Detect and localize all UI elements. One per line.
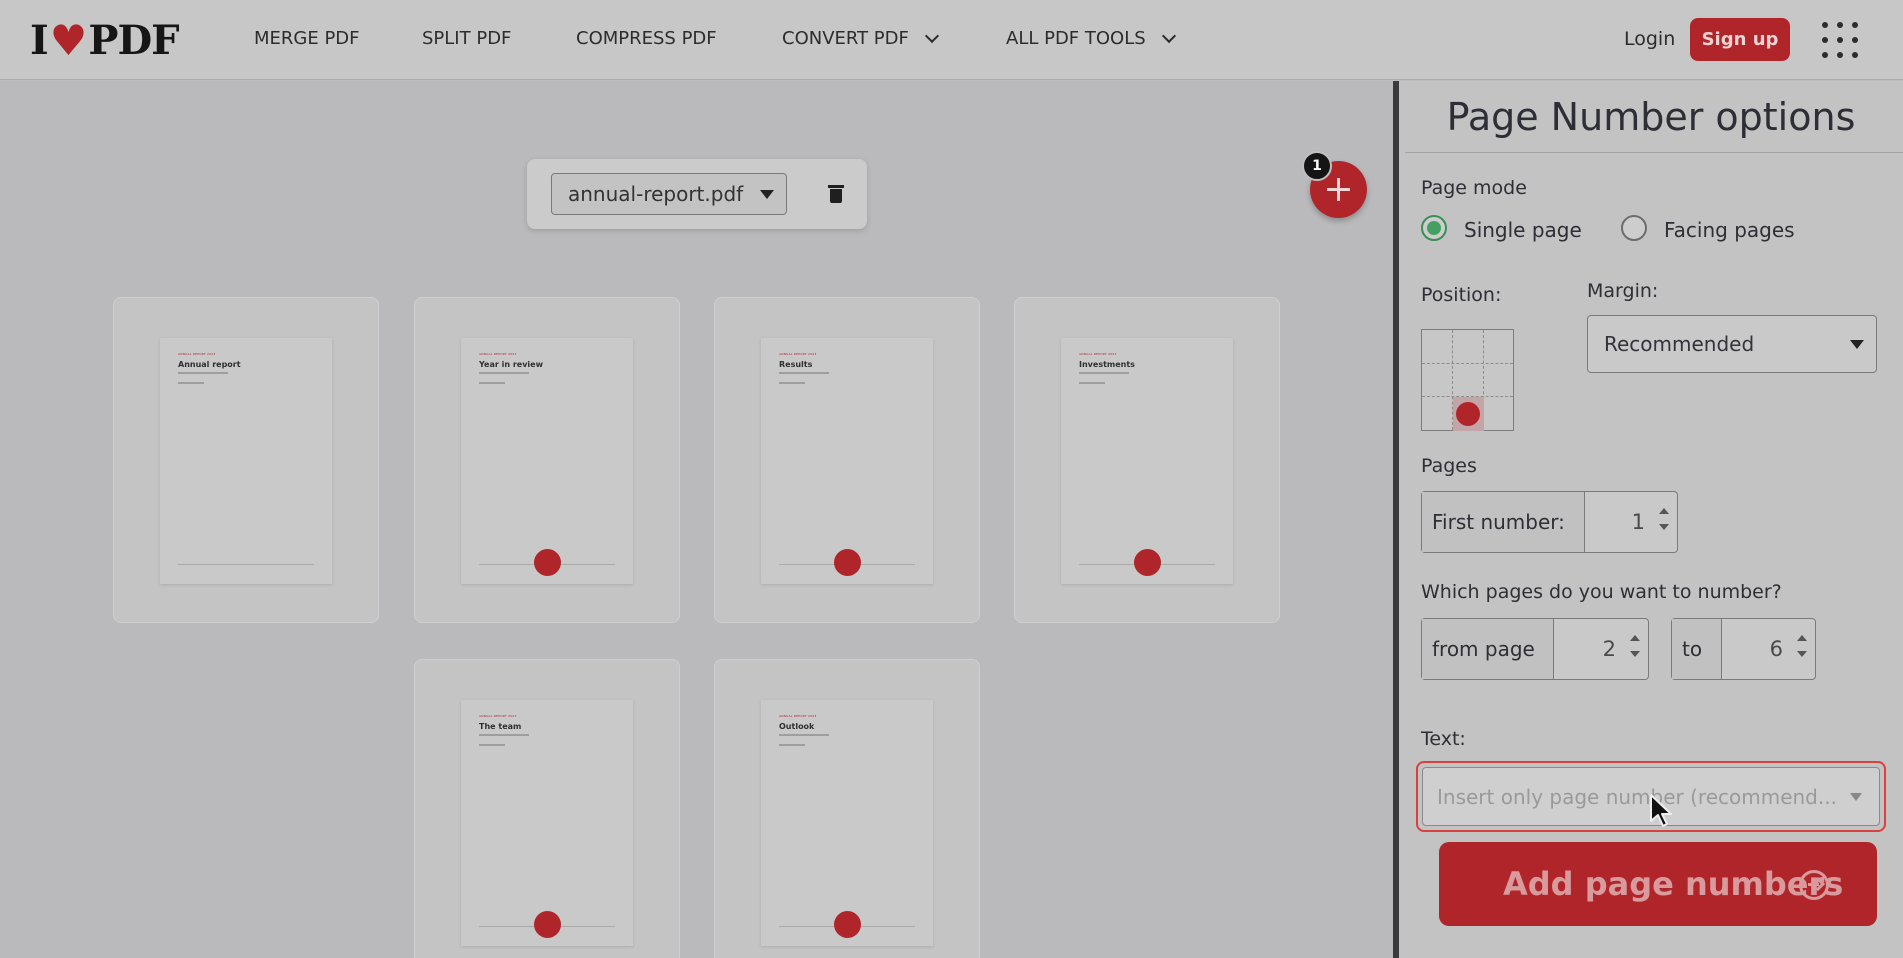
pages-label: Pages — [1421, 455, 1477, 477]
file-count-badge: 1 — [1302, 151, 1332, 181]
mouse-cursor-icon — [1650, 794, 1672, 827]
chevron-down-icon — [1161, 28, 1176, 43]
nav-all-pdf-tools[interactable]: ALL PDF TOOLS — [1006, 28, 1176, 49]
page-thumbnail: ANNUAL REPORT 2023 The team — [461, 700, 633, 946]
page-tag: ANNUAL REPORT 2023 — [479, 714, 517, 718]
file-select[interactable]: annual-report.pdf — [551, 173, 787, 215]
pdf-workspace: annual-report.pdf 1 ANNUAL REPORT 2023 A… — [0, 81, 1393, 958]
page-card-3[interactable]: ANNUAL REPORT 2023 Results — [714, 297, 980, 623]
page-number-marker — [534, 549, 561, 576]
page-number-marker — [834, 911, 861, 938]
page-tag: ANNUAL REPORT 2023 — [479, 352, 517, 356]
ilovepdf-logo[interactable]: I ♥ PDF — [30, 15, 180, 65]
margin-value: Recommended — [1604, 332, 1755, 356]
options-sidebar: Page Number options Page mode Single pag… — [1393, 81, 1903, 958]
to-page-input[interactable]: 6 — [1722, 619, 1815, 679]
to-page-value: 6 — [1769, 637, 1783, 661]
page-card-2[interactable]: ANNUAL REPORT 2023 Year in review — [414, 297, 680, 623]
facing-pages-radio[interactable] — [1621, 215, 1647, 241]
single-page-label[interactable]: Single page — [1464, 218, 1582, 242]
from-page-value: 2 — [1602, 637, 1616, 661]
text-label: Text: — [1421, 728, 1466, 750]
nav-merge-pdf[interactable]: MERGE PDF — [254, 28, 360, 49]
first-number-group: First number: 1 — [1421, 491, 1678, 553]
heart-icon: ♥ — [49, 15, 88, 65]
from-page-label: from page — [1422, 619, 1554, 679]
nav-label: CONVERT PDF — [782, 28, 909, 49]
first-number-value: 1 — [1631, 510, 1645, 534]
page-title: Investments — [1079, 360, 1135, 369]
nav-label: MERGE PDF — [254, 28, 360, 49]
page-thumbnail: ANNUAL REPORT 2023 Annual report — [160, 338, 332, 584]
position-grid[interactable] — [1421, 329, 1514, 431]
page-title: Outlook — [779, 722, 815, 731]
page-thumbnail: ANNUAL REPORT 2023 Outlook — [761, 700, 933, 946]
logo-left-text: I — [30, 16, 49, 64]
page-tag: ANNUAL REPORT 2023 — [178, 352, 216, 356]
login-link[interactable]: Login — [1624, 28, 1675, 50]
position-label: Position: — [1421, 284, 1502, 306]
sidebar-title: Page Number options — [1446, 95, 1856, 139]
page-title: Results — [779, 360, 813, 369]
first-number-input[interactable]: 1 — [1585, 492, 1677, 552]
arrow-right-circle-icon — [1799, 870, 1829, 900]
page-title: Year in review — [479, 360, 543, 369]
signup-button[interactable]: Sign up — [1690, 18, 1790, 61]
margin-select[interactable]: Recommended — [1587, 315, 1877, 373]
caret-down-icon — [1850, 793, 1862, 801]
margin-label: Margin: — [1587, 280, 1659, 302]
position-marker — [1456, 402, 1480, 426]
logo-right-text: PDF — [88, 16, 179, 64]
trash-icon[interactable] — [828, 185, 844, 203]
page-thumbnail: ANNUAL REPORT 2023 Year in review — [461, 338, 633, 584]
caret-down-icon — [1850, 340, 1864, 349]
spinner-icon[interactable] — [1659, 508, 1669, 536]
from-page-group: from page 2 — [1421, 618, 1649, 680]
nav-label: SPLIT PDF — [422, 28, 512, 49]
page-tag: ANNUAL REPORT 2023 — [779, 714, 817, 718]
page-card-6[interactable]: ANNUAL REPORT 2023 Outlook — [714, 659, 980, 958]
to-page-group: to 6 — [1671, 618, 1816, 680]
page-title: The team — [479, 722, 522, 731]
file-toolbar: annual-report.pdf — [527, 159, 867, 229]
nav-compress-pdf[interactable]: COMPRESS PDF — [576, 28, 717, 49]
page-card-5[interactable]: ANNUAL REPORT 2023 The team — [414, 659, 680, 958]
nav-label: ALL PDF TOOLS — [1006, 28, 1146, 49]
nav-split-pdf[interactable]: SPLIT PDF — [422, 28, 511, 49]
range-label: Which pages do you want to number? — [1421, 581, 1782, 603]
page-tag: ANNUAL REPORT 2023 — [779, 352, 817, 356]
nav-label: COMPRESS PDF — [576, 28, 717, 49]
to-page-label: to — [1672, 619, 1722, 679]
divider — [1405, 152, 1903, 153]
caret-down-icon — [760, 190, 774, 199]
page-card-1[interactable]: ANNUAL REPORT 2023 Annual report — [113, 297, 379, 623]
page-number-marker — [834, 549, 861, 576]
facing-pages-label[interactable]: Facing pages — [1664, 218, 1795, 242]
submit-label: Add page numbers — [1503, 865, 1844, 903]
page-number-marker — [1134, 549, 1161, 576]
page-thumbnail: ANNUAL REPORT 2023 Results — [761, 338, 933, 584]
spinner-icon[interactable] — [1630, 635, 1640, 663]
page-number-marker — [534, 911, 561, 938]
page-title: Annual report — [178, 360, 241, 369]
single-page-radio[interactable] — [1421, 215, 1447, 241]
page-thumbnail: ANNUAL REPORT 2023 Investments — [1061, 338, 1233, 584]
page-mode-label: Page mode — [1421, 177, 1527, 199]
page-card-4[interactable]: ANNUAL REPORT 2023 Investments — [1014, 297, 1280, 623]
from-page-input[interactable]: 2 — [1554, 619, 1648, 679]
first-number-label: First number: — [1422, 492, 1585, 552]
chevron-down-icon — [924, 28, 939, 43]
top-header: I ♥ PDF MERGE PDF SPLIT PDF COMPRESS PDF… — [0, 0, 1903, 80]
page-tag: ANNUAL REPORT 2023 — [1079, 352, 1117, 356]
file-name: annual-report.pdf — [568, 182, 744, 206]
add-page-numbers-button[interactable]: Add page numbers — [1439, 842, 1877, 926]
spinner-icon[interactable] — [1797, 635, 1807, 663]
apps-grid-icon[interactable] — [1822, 22, 1858, 58]
nav-convert-pdf[interactable]: CONVERT PDF — [782, 28, 939, 49]
